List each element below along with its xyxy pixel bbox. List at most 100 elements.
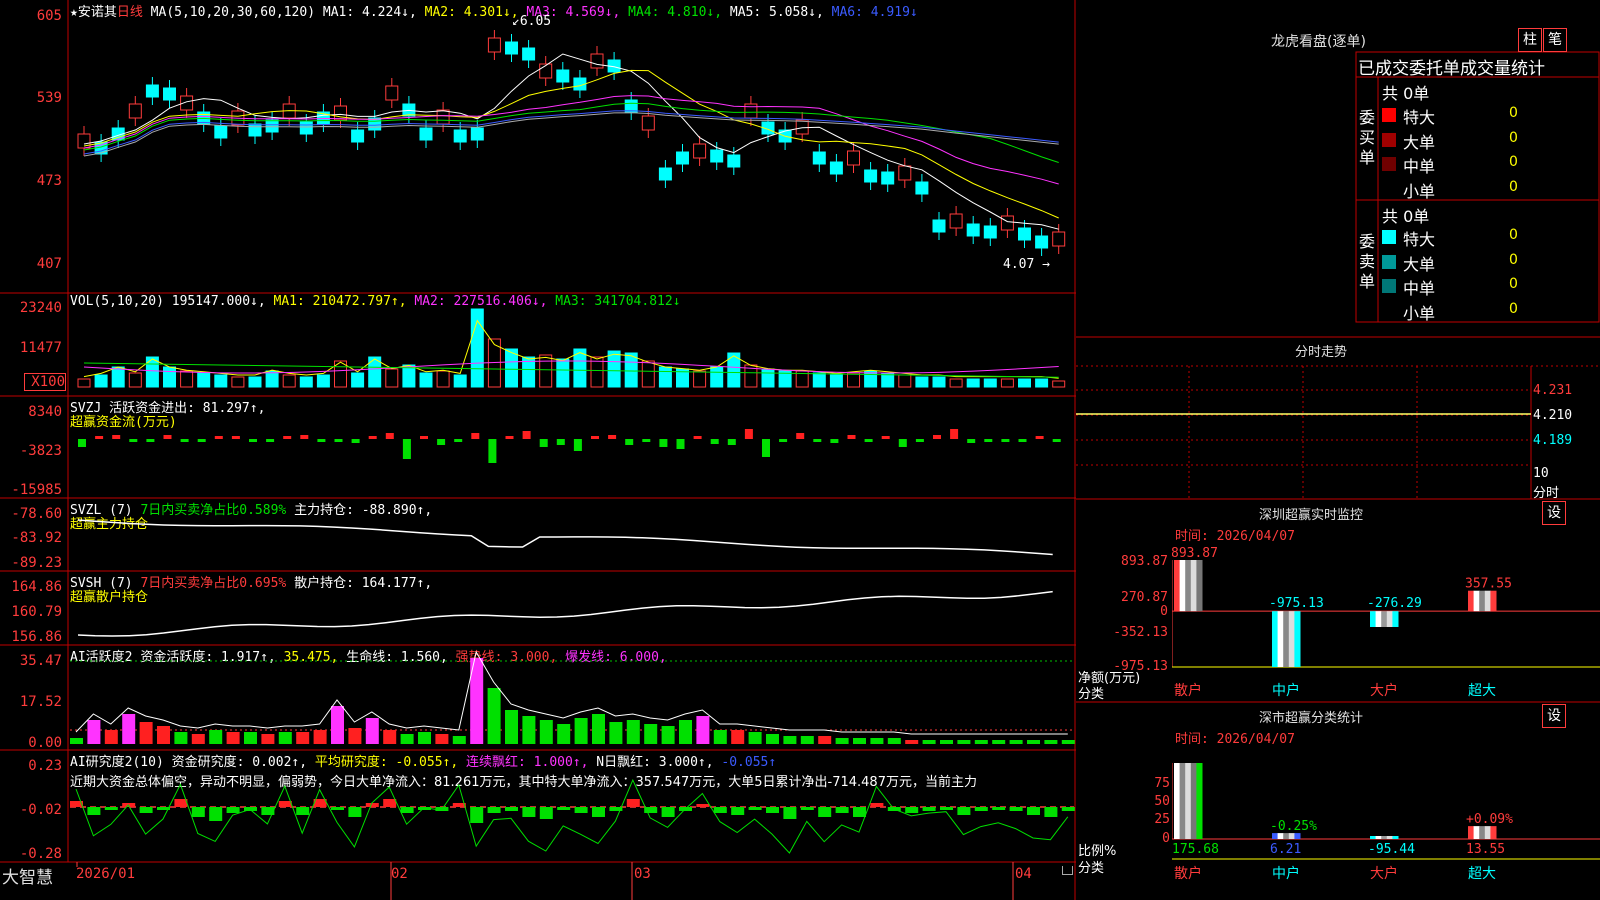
sell-row-value: 0 <box>1509 300 1518 317</box>
volume-bar <box>197 372 211 388</box>
svzj-bar <box>180 439 189 442</box>
research-bar <box>487 807 501 813</box>
ai2-bar <box>940 740 953 744</box>
svzj-bar <box>847 435 856 439</box>
bar-stripe <box>1174 560 1181 612</box>
research-bar <box>470 807 484 823</box>
buy-row-value: 0 <box>1509 154 1518 170</box>
volume-bar <box>693 370 707 388</box>
bar-view-button[interactable]: 柱 <box>1518 28 1542 52</box>
svzj-bar <box>830 439 839 443</box>
ai2-canvas[interactable] <box>0 645 1076 750</box>
sz-monitor-settings-button[interactable]: 设 <box>1542 501 1566 525</box>
svzj-bar <box>676 439 685 449</box>
research-bar <box>870 803 884 807</box>
svzj-bar <box>779 439 788 442</box>
dragon-title: 龙虎看盘(逐单) <box>1271 34 1366 50</box>
volume-bar <box>539 354 553 388</box>
bar-stripe <box>1179 763 1186 839</box>
candle-body <box>265 119 279 133</box>
volume-bar <box>812 372 826 388</box>
svzj-bar <box>249 439 257 442</box>
candle-body <box>385 85 399 101</box>
volume-bar <box>1035 378 1049 388</box>
bar-stripe <box>1288 611 1295 667</box>
sz-stats-y-0: 0 <box>1162 831 1170 846</box>
intraday-chart[interactable] <box>1076 360 1600 499</box>
svzj-bar <box>625 439 634 445</box>
ai2-bar <box>731 730 745 744</box>
volume-bar <box>351 372 365 388</box>
lock-icon[interactable] <box>1062 866 1073 875</box>
sell-row-label: 小单 <box>1403 303 1436 323</box>
svzj-bar <box>78 439 86 447</box>
vol-ma3-line <box>83 362 1059 378</box>
bar-stripe <box>1473 826 1480 839</box>
research-bar <box>940 807 953 810</box>
svzj-bar <box>146 439 155 442</box>
sz-stats-chart[interactable]: 175.68 6.21 -0.25% -95.44 13.55 +0.09% 散户 中户 大户 超… <box>1172 748 1600 900</box>
ai2-bar <box>592 714 605 744</box>
ai2-bar <box>557 724 571 744</box>
sz-stats-data-label: -95.44 <box>1368 842 1415 857</box>
volume-bar <box>710 366 724 388</box>
svzj-bar <box>659 439 668 447</box>
research-bar <box>974 807 988 811</box>
tick-view-button[interactable]: 笔 <box>1543 28 1567 52</box>
svzj-bar <box>984 439 993 442</box>
svzj-bar <box>368 436 377 439</box>
research-canvas[interactable] <box>0 750 1076 862</box>
svsh-canvas[interactable] <box>0 571 1076 645</box>
svzj-bar <box>915 439 924 442</box>
research-bar <box>522 807 536 817</box>
buy-row: 大单 0 <box>1381 128 1596 153</box>
sz-stats-settings-button[interactable]: 设 <box>1542 704 1566 728</box>
sz-stats-data-label: 175.68 <box>1172 842 1219 857</box>
research-bar <box>1044 807 1058 817</box>
chart-area[interactable]: 605 539 473 407 ★安诺其日线 MA(5,10,20,30,60,… <box>0 0 1076 900</box>
volume-bar <box>898 374 912 388</box>
svzj-bar <box>317 439 326 442</box>
research-bar <box>139 807 153 813</box>
bar-stripe <box>1294 611 1301 667</box>
sz-monitor-data-label: 357.55 <box>1465 577 1512 592</box>
svzj-bar <box>197 439 206 442</box>
buy-row-label: 特大 <box>1403 108 1436 127</box>
ai2-bar <box>679 720 692 744</box>
sz-stats-y-75: 75 <box>1154 776 1170 791</box>
sz-monitor-chart[interactable]: 893.87 -975.13 -276.29 357.55 散户 中户 大户 超大 <box>1172 545 1600 702</box>
svzj-bar <box>334 439 343 442</box>
volume-bar <box>624 352 638 388</box>
ai2-bar <box>487 688 501 744</box>
buy-row: 小单 0 <box>1381 177 1596 202</box>
color-swatch <box>1382 181 1396 196</box>
volume-canvas[interactable] <box>0 293 1076 396</box>
ai2-bar <box>435 734 449 744</box>
price-canvas[interactable] <box>0 0 1076 293</box>
volume-bar <box>966 378 980 388</box>
sell-row-label: 大单 <box>1403 254 1436 274</box>
sz-monitor-y-2: 270.87 <box>1121 590 1168 605</box>
sell-rows: 特大 0 大单 0 中单 0 小单 0 <box>1381 225 1596 323</box>
ma5-line <box>83 112 1059 157</box>
svzj-canvas[interactable] <box>0 396 1076 498</box>
volume-bar <box>453 374 467 388</box>
volume-bar <box>983 378 997 388</box>
sell-row: 小单 0 <box>1381 299 1596 324</box>
research-bar <box>592 807 605 817</box>
svzl-canvas[interactable] <box>0 498 1076 571</box>
intraday-price-mid: 4.210 <box>1533 408 1573 423</box>
bar-stripe <box>1386 611 1393 627</box>
ai2-bar <box>922 740 936 744</box>
ai2-bar <box>400 734 414 744</box>
svzj-bar <box>1035 436 1044 439</box>
svzj-bar <box>471 433 480 439</box>
sz-stats-xlabel: 分类 <box>1078 861 1105 876</box>
svzj-bar <box>300 435 309 439</box>
research-bar <box>626 799 640 807</box>
candle-body <box>351 129 365 143</box>
ai2-bar <box>522 716 536 744</box>
volume-bar <box>949 378 963 388</box>
svzj-bar <box>710 439 719 444</box>
sz-stats-y-25: 25 <box>1154 812 1170 827</box>
